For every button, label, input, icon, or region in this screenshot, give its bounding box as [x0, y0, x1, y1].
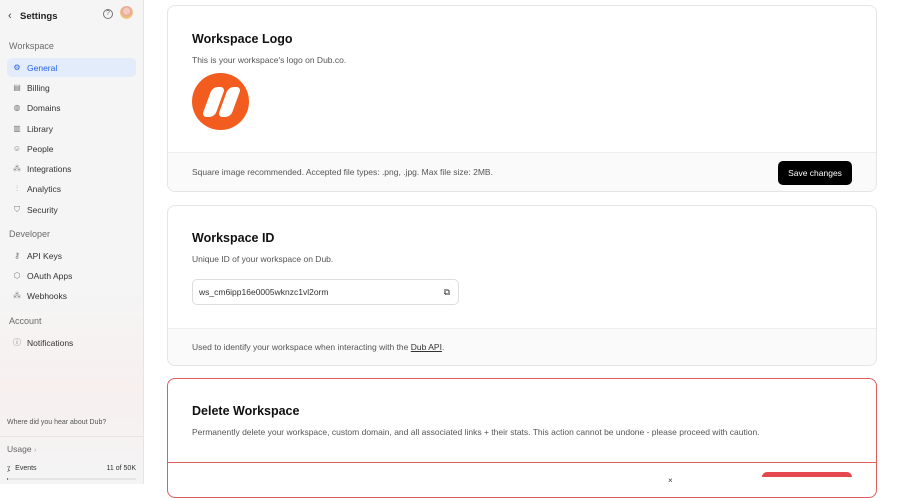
events-label: Events	[15, 465, 37, 472]
sidebar-item-library[interactable]: ▥ Library	[7, 119, 136, 138]
sidebar-item-oauth-apps[interactable]: ⬡ OAuth Apps	[7, 266, 136, 285]
integrations-icon: ⁂	[13, 164, 21, 173]
item-label: Notifications	[27, 337, 74, 348]
item-label: Domains	[27, 102, 61, 113]
webhook-icon: ⁂	[13, 291, 21, 300]
item-label: People	[27, 143, 54, 154]
sidebar-item-people[interactable]: ☺ People	[7, 139, 136, 158]
item-label: OAuth Apps	[27, 270, 73, 281]
footer-suffix: .	[441, 342, 445, 352]
section-account: Account	[9, 316, 42, 326]
events-progress-fill	[7, 478, 9, 480]
card-title: Delete Workspace	[192, 404, 300, 418]
sidebar-item-general[interactable]: ⚙ General	[7, 58, 136, 77]
section-workspace: Workspace	[9, 41, 54, 51]
footer-text: Square image recommended. Accepted file …	[192, 167, 493, 177]
sidebar-header: ‹ Settings ?	[8, 6, 135, 23]
library-icon: ▥	[13, 124, 21, 133]
shield-icon: ⛉	[14, 204, 20, 214]
globe-icon: ◍	[13, 103, 21, 112]
workspace-id-field[interactable]: ws_cm6ipp16e0005wknzc1vl2orm ⧉	[192, 279, 459, 305]
info-icon: ⓘ	[13, 338, 21, 347]
cube-icon: ⬡	[13, 271, 21, 280]
workspace-id-value: ws_cm6ipp16e0005wknzc1vl2orm	[199, 287, 329, 297]
usage-link[interactable]: Usage ›	[7, 444, 36, 454]
chevron-right-icon: ›	[33, 447, 37, 454]
receipt-icon: ▤	[13, 83, 21, 92]
divider	[0, 436, 143, 437]
sidebar-item-integrations[interactable]: ⁂ Integrations	[7, 159, 136, 178]
workspace-id-card: Workspace ID Unique ID of your workspace…	[167, 205, 877, 366]
item-label: Integrations	[27, 163, 72, 174]
workspace-logo-card: Workspace Logo This is your workspace's …	[167, 5, 877, 192]
item-label: API Keys	[27, 250, 62, 261]
sidebar: ‹ Settings ? Workspace ⚙ General ▤ Billing…	[0, 0, 144, 484]
item-label: Analytics	[27, 183, 62, 194]
card-title: Workspace ID	[192, 231, 275, 245]
item-label: Security	[27, 204, 58, 215]
sidebar-item-api-keys[interactable]: ⚷ API Keys	[7, 246, 136, 265]
sidebar-item-analytics[interactable]: ⫶ Analytics	[7, 179, 136, 198]
chart-icon: ⫶	[16, 183, 18, 193]
toast: ×	[663, 477, 863, 487]
usage-label: Usage	[7, 444, 32, 454]
sidebar-item-notifications[interactable]: ⓘ Notifications	[7, 333, 136, 352]
item-label: General	[27, 62, 58, 73]
gear-icon: ⚙	[13, 63, 21, 72]
footer-text: Used to identify your workspace when int…	[192, 342, 409, 352]
back-chevron-icon[interactable]: ‹	[8, 10, 20, 22]
sidebar-item-domains[interactable]: ◍ Domains	[7, 98, 136, 117]
help-icon[interactable]: ?	[103, 9, 113, 19]
events-count: 11 of 50K	[106, 465, 136, 472]
card-footer: Square image recommended. Accepted file …	[168, 152, 876, 191]
save-changes-button[interactable]: Save changes	[778, 161, 852, 185]
card-description: Permanently delete your workspace, custo…	[192, 427, 760, 437]
dub-api-link[interactable]: Dub API	[411, 342, 442, 352]
card-description: Unique ID of your workspace on Dub.	[192, 254, 334, 264]
sidebar-item-webhooks[interactable]: ⁂ Webhooks	[7, 286, 136, 305]
referral-survey-link[interactable]: Where did you hear about Dub?	[7, 419, 106, 426]
item-label: Library	[27, 123, 53, 134]
events-progress-bar	[7, 478, 136, 480]
key-icon: ⚷	[14, 251, 20, 260]
copy-icon[interactable]: ⧉	[444, 287, 450, 298]
sidebar-title: Settings	[20, 10, 58, 22]
item-label: Webhooks	[27, 290, 68, 301]
users-icon: ☺	[12, 144, 22, 153]
card-title: Workspace Logo	[192, 32, 293, 46]
card-description: This is your workspace's logo on Dub.co.	[192, 55, 347, 65]
sidebar-item-security[interactable]: ⛉ Security	[7, 200, 136, 219]
card-footer: Used to identify your workspace when int…	[168, 328, 876, 365]
events-icon: ⁒	[7, 466, 11, 473]
workspace-logo-upload[interactable]	[192, 73, 249, 130]
avatar[interactable]	[120, 6, 133, 19]
divider	[168, 462, 876, 463]
section-developer: Developer	[9, 229, 51, 239]
item-label: Billing	[27, 82, 50, 93]
sidebar-item-billing[interactable]: ▤ Billing	[7, 78, 136, 97]
events-usage: ⁒ Events 11 of 50K	[7, 465, 136, 473]
